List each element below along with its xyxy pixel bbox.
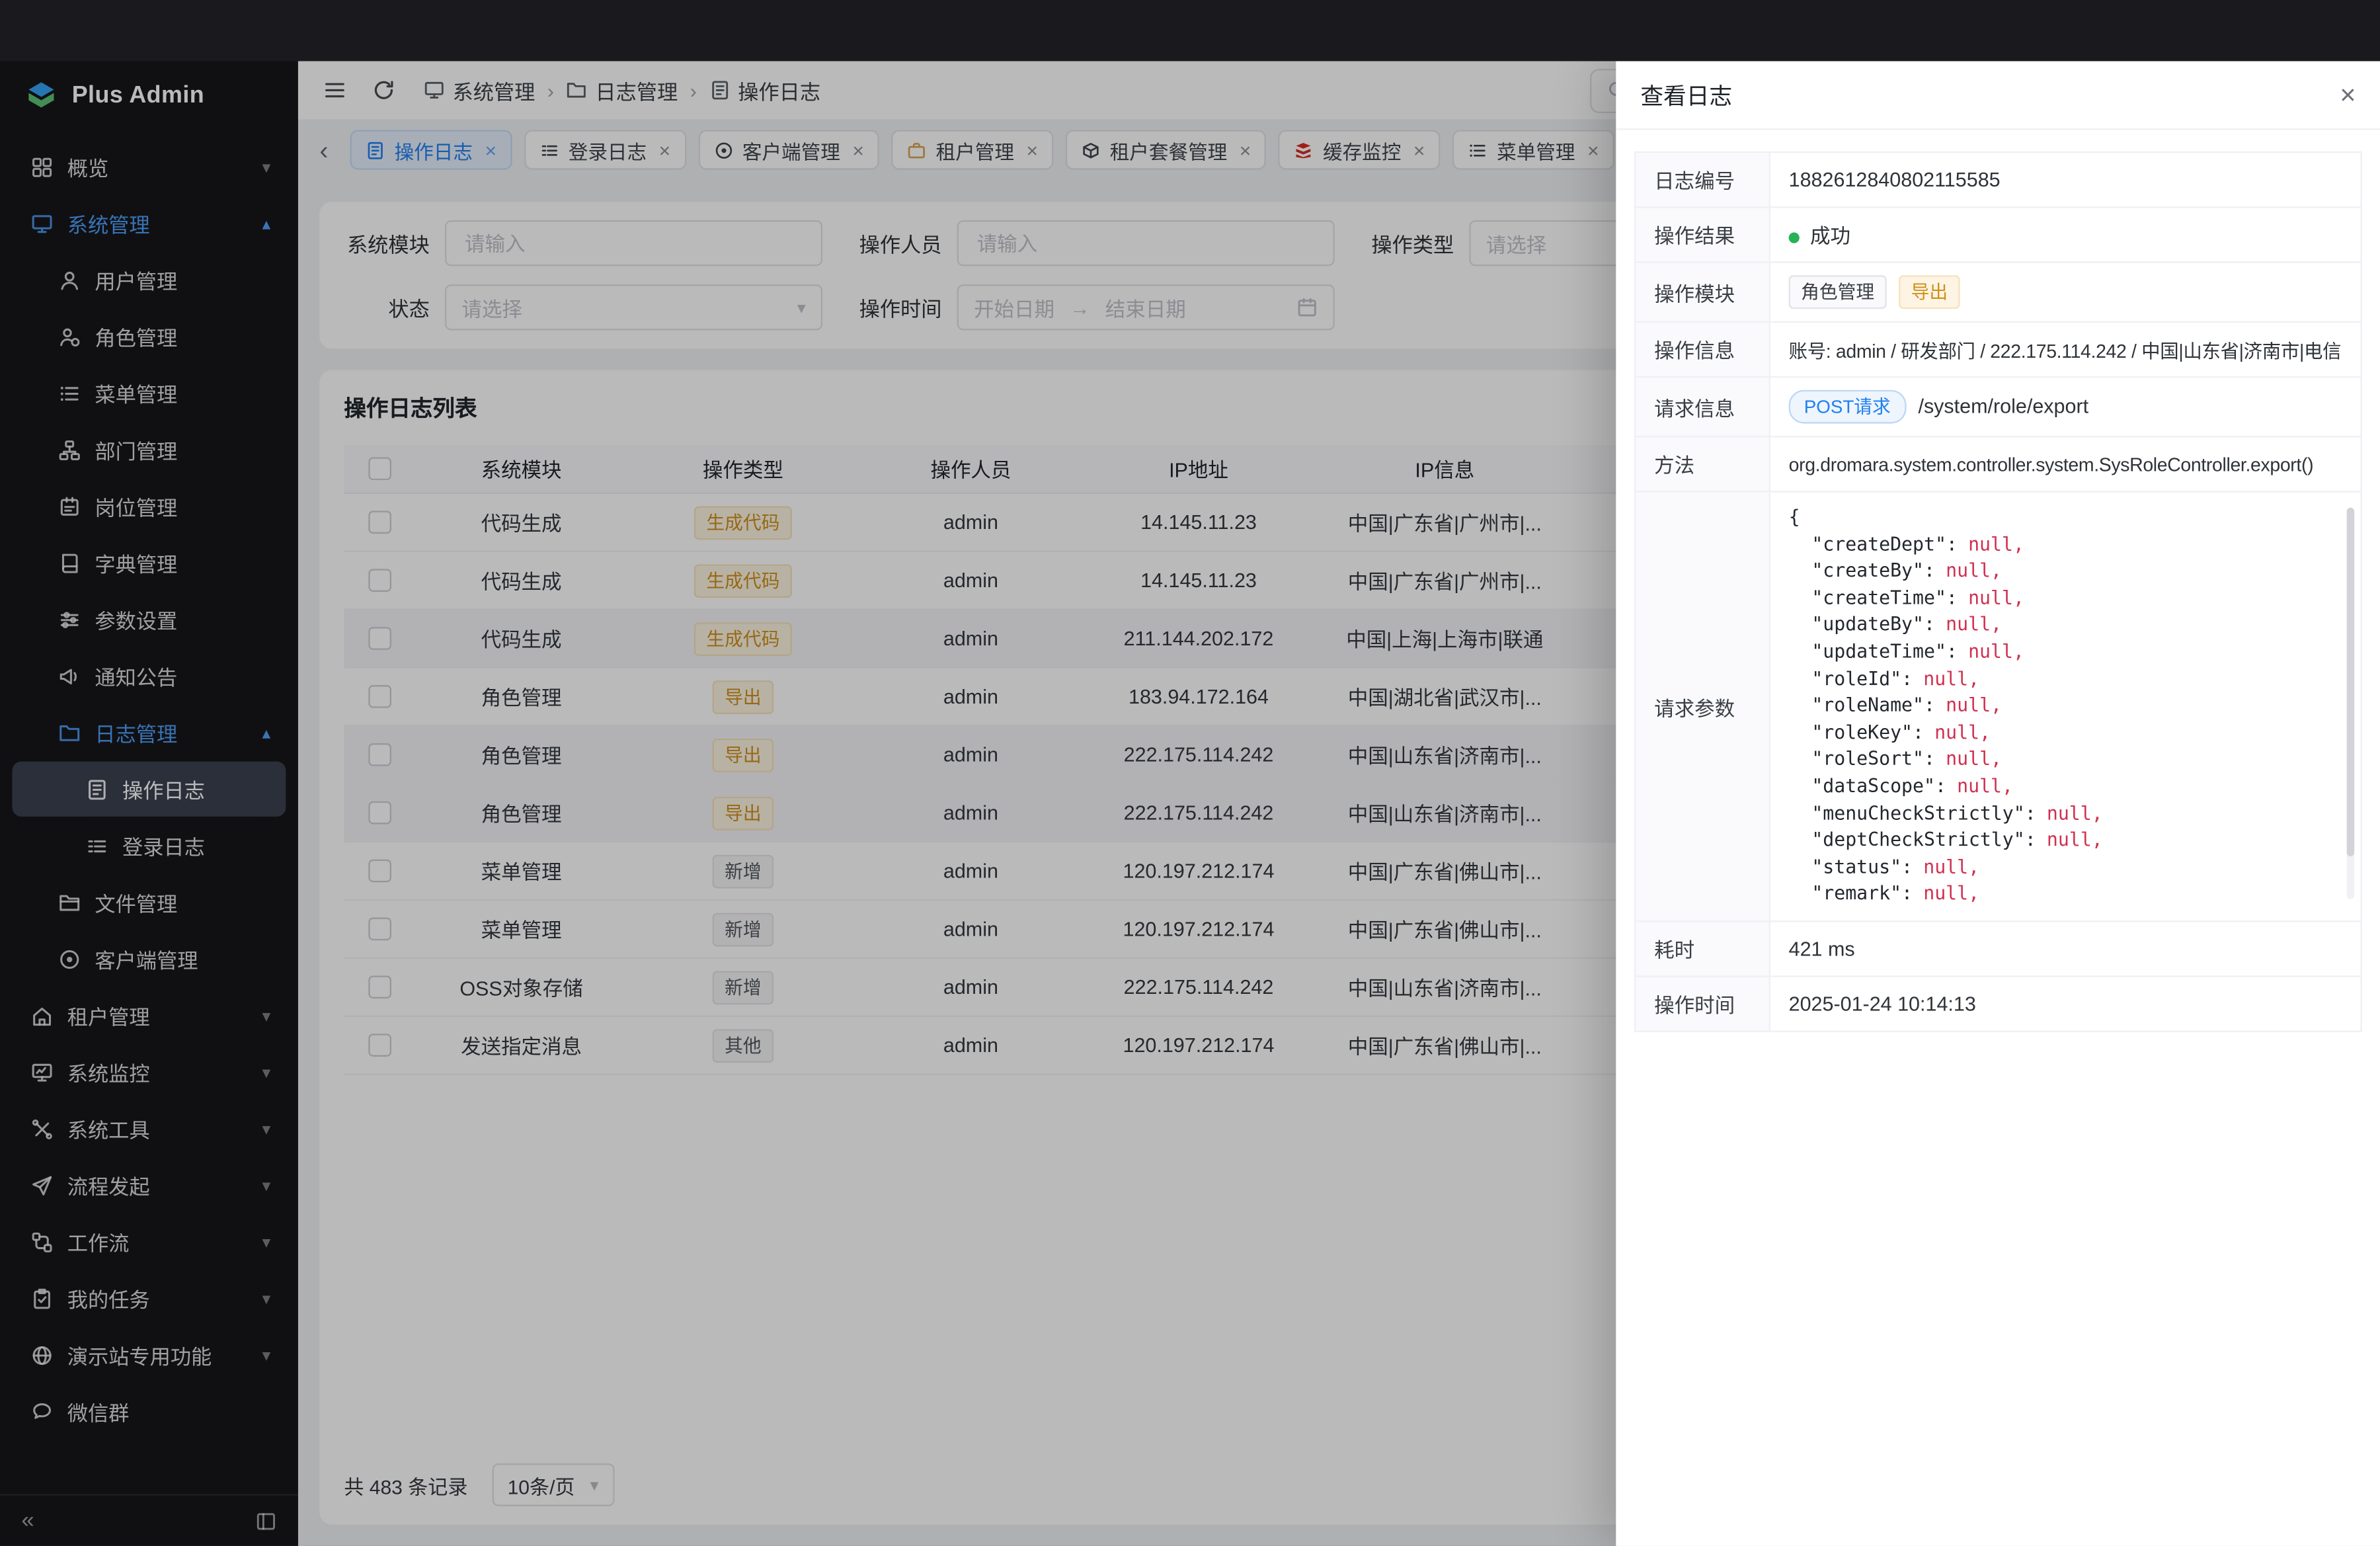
success-dot-icon	[1789, 233, 1800, 243]
request-info-value: POST请求/system/role/export	[1770, 377, 2361, 436]
log-id-value: 1882612840802115585	[1770, 152, 2361, 207]
drawer-header: 查看日志 ×	[1616, 61, 2380, 130]
detail-row-duration: 耗时 421 ms	[1635, 921, 2361, 976]
detail-row-info: 操作信息 账号: admin / 研发部门 / 222.175.114.242 …	[1635, 322, 2361, 377]
log-detail-table: 日志编号 1882612840802115585 操作结果 成功 操作模块 角色…	[1634, 151, 2362, 1032]
request-url: /system/role/export	[1918, 395, 2088, 418]
operation-time-value: 2025-01-24 10:14:13	[1770, 977, 2361, 1032]
detail-row-method: 方法 org.dromara.system.controller.system.…	[1635, 436, 2361, 491]
screen: Plus Admin 概览 ▾ 系统管理 ▴ 用户管理	[0, 0, 2380, 1546]
detail-row-params: 请求参数 { "createDept":null, "createBy":nul…	[1635, 491, 2361, 921]
window-titlebar	[0, 0, 2380, 61]
drawer-title: 查看日志	[1640, 79, 1732, 111]
detail-row-request: 请求信息 POST请求/system/role/export	[1635, 377, 2361, 436]
method-value: org.dromara.system.controller.system.Sys…	[1770, 436, 2361, 491]
code-scrollbar[interactable]	[2347, 508, 2355, 899]
operation-type-tag: 导出	[1899, 275, 1960, 309]
module-value: 角色管理导出	[1770, 263, 2361, 322]
code-scrollbar-thumb[interactable]	[2347, 508, 2355, 856]
post-method-tag: POST请求	[1789, 390, 1906, 424]
detail-row-result: 操作结果 成功	[1635, 207, 2361, 262]
duration-value: 421 ms	[1770, 921, 2361, 976]
detail-row-module: 操作模块 角色管理导出	[1635, 263, 2361, 322]
detail-row-log-id: 日志编号 1882612840802115585	[1635, 152, 2361, 207]
drawer-body: 日志编号 1882612840802115585 操作结果 成功 操作模块 角色…	[1616, 130, 2380, 1546]
module-tag: 角色管理	[1789, 275, 1887, 309]
result-value: 成功	[1770, 207, 2361, 262]
request-params-json[interactable]: { "createDept":null, "createBy":null, "c…	[1789, 505, 2355, 909]
close-icon[interactable]: ×	[2340, 81, 2356, 109]
view-log-drawer: 查看日志 × 日志编号 1882612840802115585 操作结果 成功	[1616, 61, 2380, 1546]
detail-row-time: 操作时间 2025-01-24 10:14:13	[1635, 977, 2361, 1032]
app-frame: Plus Admin 概览 ▾ 系统管理 ▴ 用户管理	[0, 61, 2380, 1546]
operation-info-value: 账号: admin / 研发部门 / 222.175.114.242 / 中国|…	[1770, 322, 2361, 377]
